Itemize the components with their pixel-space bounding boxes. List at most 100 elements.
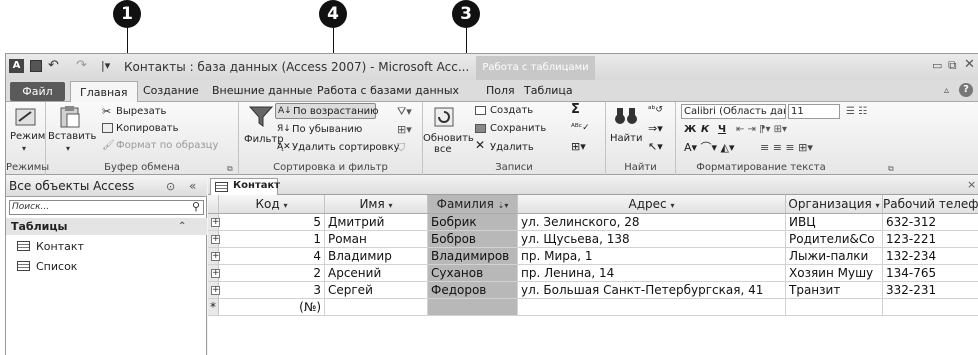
view-button[interactable]: Режим bbox=[10, 130, 45, 143]
sort-descending-button[interactable]: По убыванию bbox=[292, 123, 362, 136]
new-cell-name[interactable] bbox=[325, 299, 428, 316]
new-cell-phone[interactable] bbox=[883, 299, 978, 316]
select-all-corner[interactable] bbox=[208, 195, 219, 214]
cell-address[interactable]: ул. Большая Санкт-Петербургская, 41 bbox=[518, 282, 786, 299]
cell-address[interactable]: ул. Щусьева, 138 bbox=[518, 231, 786, 248]
cell-code[interactable]: 2 bbox=[219, 265, 325, 282]
collapse-group-icon[interactable]: ⌃ bbox=[178, 218, 186, 235]
redo-icon[interactable]: ↷ bbox=[76, 58, 87, 73]
nav-header[interactable]: Все объекты Access ⊙ « bbox=[6, 176, 207, 197]
replace-icon[interactable]: ᵃᵇ↺ bbox=[648, 104, 663, 117]
column-dropdown-icon[interactable]: ▾ bbox=[389, 201, 393, 210]
quick-access-menu-icon[interactable]: |▾ bbox=[101, 59, 110, 72]
font-select[interactable]: Calibri (Область данны bbox=[681, 104, 786, 119]
bold-button[interactable]: Ж bbox=[684, 123, 696, 136]
column-header-code[interactable]: Код ▾ bbox=[219, 195, 325, 214]
cell-phone[interactable]: 632-312 bbox=[883, 214, 978, 231]
nav-group-tables[interactable]: Таблицы ⌃ bbox=[6, 218, 207, 235]
save-record-button[interactable]: Сохранить bbox=[490, 122, 546, 135]
cell-code[interactable]: 5 bbox=[219, 214, 325, 231]
paste-dropdown-icon[interactable]: ▾ bbox=[66, 142, 70, 155]
cell-code[interactable]: 1 bbox=[219, 231, 325, 248]
new-record-button[interactable]: Создать bbox=[490, 104, 533, 117]
row-selector[interactable]: + bbox=[208, 265, 220, 282]
nav-menu-icon[interactable]: ⊙ bbox=[166, 176, 175, 197]
cell-phone[interactable]: 123-221 bbox=[883, 231, 978, 248]
cell-organization[interactable]: Родители&Co bbox=[786, 231, 883, 248]
column-header-surname[interactable]: Фамилия ⇣▾ bbox=[428, 195, 518, 214]
cell-phone[interactable]: 132-234 bbox=[883, 248, 978, 265]
new-cell-surname[interactable] bbox=[428, 299, 518, 316]
cell-organization[interactable]: Хозяин Мушу bbox=[786, 265, 883, 282]
cell-phone[interactable]: 332-231 bbox=[883, 282, 978, 299]
column-dropdown-icon[interactable]: ▾ bbox=[876, 201, 880, 210]
cell-organization[interactable]: Лыжи-палки bbox=[786, 248, 883, 265]
advanced-filter-icon[interactable]: ⊞▾ bbox=[397, 123, 412, 136]
clipboard-launcher-icon[interactable]: ⧉ bbox=[227, 162, 233, 175]
cell-name[interactable]: Сергей bbox=[325, 282, 428, 299]
totals-icon[interactable]: Σ bbox=[571, 103, 580, 116]
undo-icon[interactable]: ↶ bbox=[48, 58, 59, 73]
view-dropdown-icon[interactable]: ▾ bbox=[22, 142, 26, 155]
font-size-select[interactable]: 11 bbox=[788, 104, 840, 119]
tab-create[interactable]: Создание bbox=[143, 80, 199, 102]
nav-search-input[interactable]: Поиск... bbox=[9, 200, 204, 215]
cell-address[interactable]: пр. Мира, 1 bbox=[518, 248, 786, 265]
row-selector[interactable]: + bbox=[208, 282, 220, 299]
cell-name[interactable]: Владимир bbox=[325, 248, 428, 265]
cell-address[interactable]: пр. Ленина, 14 bbox=[518, 265, 786, 282]
cell-surname[interactable]: Владимиров bbox=[428, 248, 518, 265]
column-dropdown-icon[interactable]: ▾ bbox=[283, 201, 287, 210]
column-header-name[interactable]: Имя ▾ bbox=[325, 195, 428, 214]
tab-file[interactable]: Файл bbox=[10, 82, 65, 101]
save-icon[interactable] bbox=[30, 60, 42, 72]
nav-collapse-icon[interactable]: « bbox=[189, 176, 196, 197]
copy-button[interactable]: Копировать bbox=[116, 122, 178, 135]
doc-tab-contact[interactable]: Контакт bbox=[210, 178, 280, 195]
select-icon[interactable]: ↖▾ bbox=[648, 140, 663, 153]
new-cell-organization[interactable] bbox=[786, 299, 883, 316]
cut-button[interactable]: Вырезать bbox=[116, 105, 166, 118]
column-header-organization[interactable]: Организация ▾ bbox=[786, 195, 883, 214]
align-icons[interactable]: ≡ ≡ ≡ ⊞▾ bbox=[760, 141, 813, 154]
search-icon[interactable]: ⚲ bbox=[192, 200, 200, 213]
toggle-filter-icon[interactable]: ⛉ bbox=[397, 141, 405, 154]
nav-item-contact[interactable]: Контакт bbox=[6, 237, 207, 256]
row-selector[interactable]: + bbox=[208, 231, 220, 248]
tab-fields[interactable]: Поля bbox=[486, 80, 515, 102]
goto-icon[interactable]: ⇒▾ bbox=[648, 122, 663, 135]
row-selector[interactable]: + bbox=[208, 248, 220, 265]
column-dropdown-icon[interactable]: ▾ bbox=[670, 201, 674, 210]
row-selector[interactable]: + bbox=[208, 214, 220, 231]
new-cell-address[interactable] bbox=[518, 299, 786, 316]
format-painter-button[interactable]: Формат по образцу bbox=[116, 139, 218, 152]
indent-icons[interactable]: ⇤ ⇥ ⁋▾ ⊞▾ bbox=[736, 123, 787, 136]
cell-surname[interactable]: Бобрик bbox=[428, 214, 518, 231]
cell-address[interactable]: ул. Зелинского, 28 bbox=[518, 214, 786, 231]
restore-icon[interactable]: ⧉ bbox=[948, 58, 957, 73]
paste-button[interactable]: Вставить bbox=[48, 130, 96, 143]
cell-surname[interactable]: Бобров bbox=[428, 231, 518, 248]
selection-filter-icon[interactable]: ⛛▾ bbox=[397, 105, 412, 118]
sort-ascending-button[interactable]: A↓ По возрастанию bbox=[275, 103, 379, 119]
delete-record-button[interactable]: Удалить bbox=[490, 141, 534, 154]
help-icon[interactable]: ? bbox=[959, 83, 973, 97]
remove-sort-button[interactable]: Удалить сортировку bbox=[292, 141, 400, 154]
cell-surname[interactable]: Федоров bbox=[428, 282, 518, 299]
minimize-icon[interactable]: ▭ bbox=[932, 59, 942, 72]
cell-name[interactable]: Арсений bbox=[325, 265, 428, 282]
cell-organization[interactable]: ИВЦ bbox=[786, 214, 883, 231]
cell-name[interactable]: Роман bbox=[325, 231, 428, 248]
close-doc-icon[interactable]: × bbox=[967, 178, 976, 191]
nav-item-list[interactable]: Список bbox=[6, 257, 207, 276]
font-color-icon[interactable]: A▾ ⌒▾ ◭▾ bbox=[684, 141, 735, 154]
cell-phone[interactable]: 134-765 bbox=[883, 265, 978, 282]
tab-table[interactable]: Таблица bbox=[524, 80, 573, 102]
new-row-marker[interactable]: * bbox=[208, 299, 219, 316]
text-format-launcher-icon[interactable]: ⧉ bbox=[888, 162, 894, 175]
cell-code[interactable]: 4 bbox=[219, 248, 325, 265]
column-header-address[interactable]: Адрес ▾ bbox=[518, 195, 786, 214]
tab-external-data[interactable]: Внешние данные bbox=[212, 80, 312, 102]
find-button[interactable]: Найти bbox=[610, 132, 642, 145]
cell-code[interactable]: 3 bbox=[219, 282, 325, 299]
